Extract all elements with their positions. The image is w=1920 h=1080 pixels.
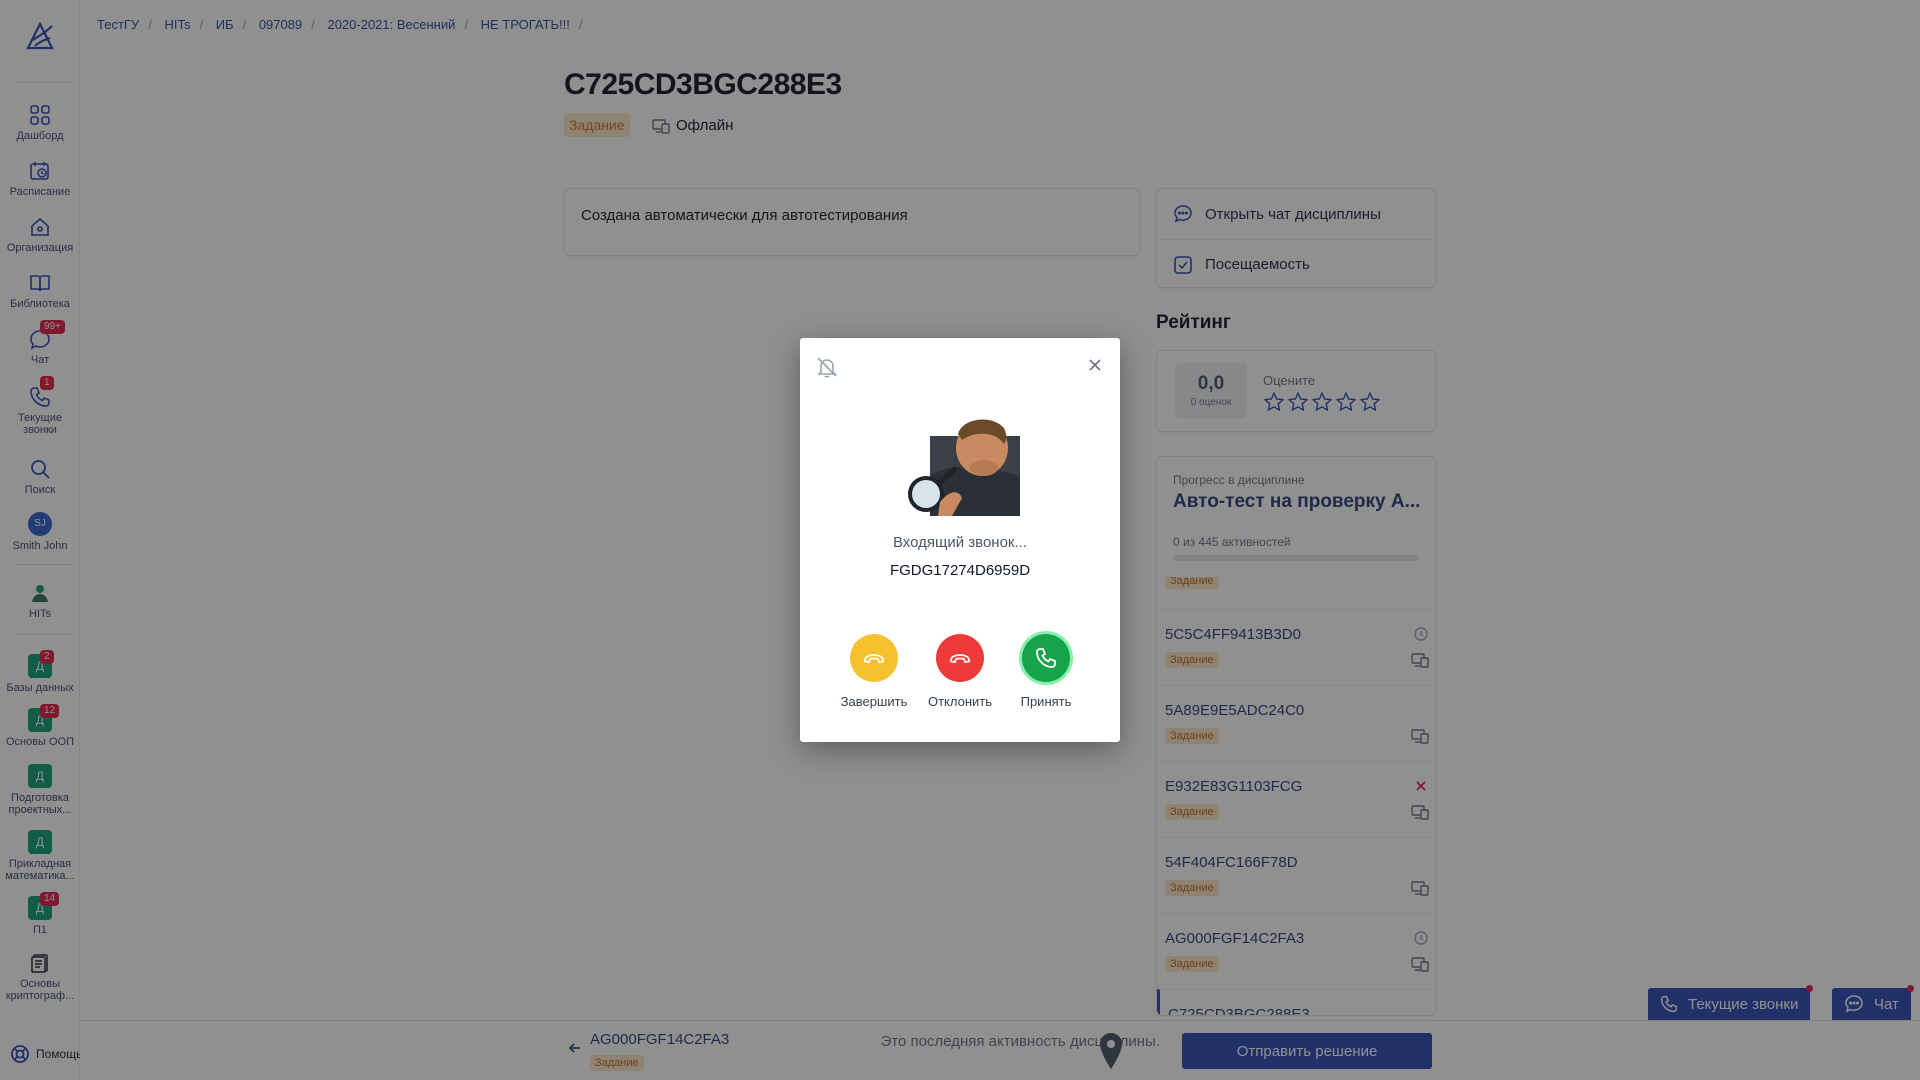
accept-call-button[interactable] [1022,634,1070,682]
accept-call-label: Принять [1020,694,1072,709]
finish-call-label: Завершить [840,694,908,709]
finish-call-button[interactable] [850,634,898,682]
hang-up-icon [864,654,884,663]
call-status: Входящий звонок... [892,534,1028,551]
incoming-call-modal: Входящий звонок... FGDG17274D6959D Завер… [800,338,1120,742]
caller-avatar [908,419,1020,516]
phone-icon [1036,648,1056,668]
close-icon[interactable] [1086,356,1104,374]
bell-off-icon[interactable] [816,356,838,378]
hang-up-icon [950,654,970,663]
decline-call-button[interactable] [936,634,984,682]
caller-id: FGDG17274D6959D [889,562,1031,579]
decline-call-label: Отклонить [927,694,993,709]
